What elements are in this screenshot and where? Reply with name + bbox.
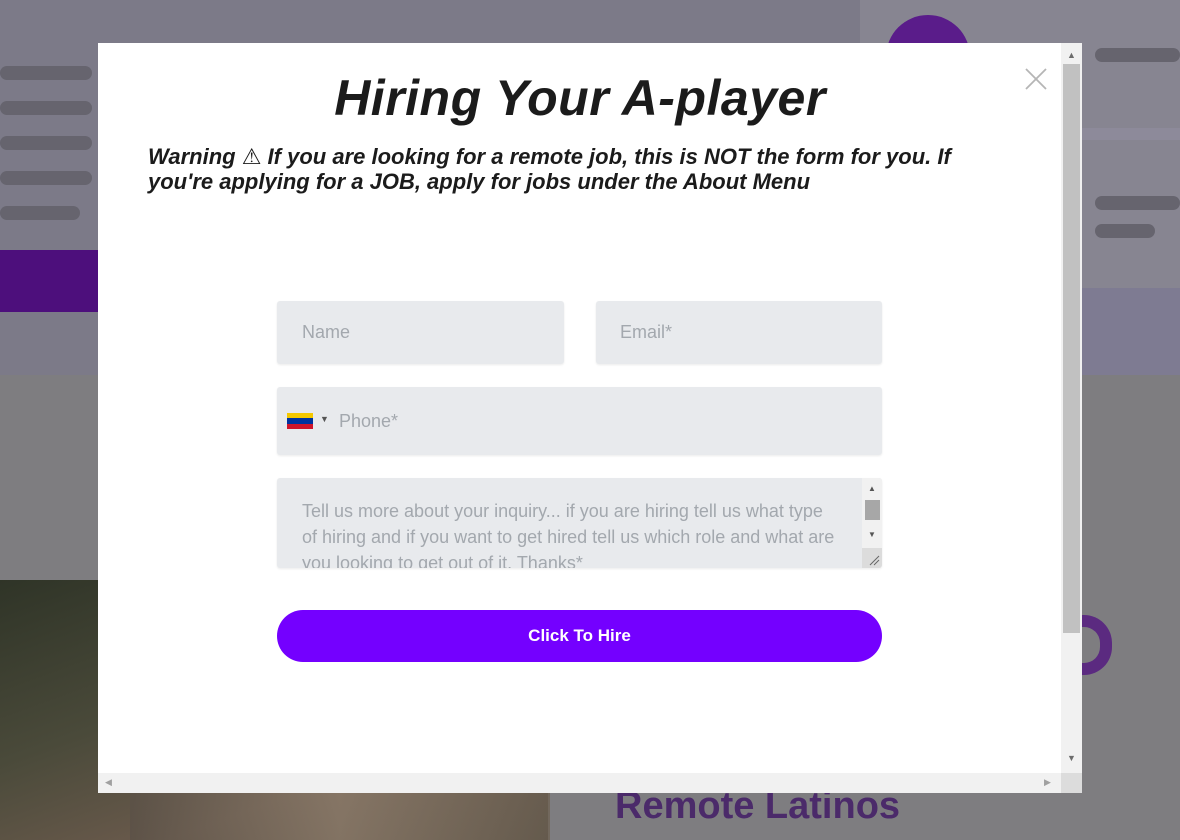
scroll-right-icon[interactable]: ▶ xyxy=(1044,777,1051,788)
scrollbar-corner xyxy=(1061,773,1082,793)
phone-input[interactable] xyxy=(339,387,869,455)
modal-horizontal-scrollbar[interactable]: ◀ ▶ xyxy=(98,773,1061,793)
scroll-down-icon[interactable]: ▼ xyxy=(868,530,876,539)
bg-text-line xyxy=(0,101,92,115)
scroll-up-icon[interactable]: ▲ xyxy=(868,484,876,493)
scroll-up-icon[interactable]: ▲ xyxy=(1067,50,1076,60)
message-field-wrapper: ▲ ▼ xyxy=(277,478,882,568)
textarea-scroll-thumb[interactable] xyxy=(865,500,880,520)
click-to-hire-button[interactable]: Click To Hire xyxy=(277,610,882,662)
country-code-select[interactable]: ▼ xyxy=(287,411,335,431)
bg-text-line xyxy=(0,136,92,150)
bg-text-line xyxy=(0,66,92,80)
modal-title: Hiring Your A-player xyxy=(334,70,826,126)
hiring-modal: Hiring Your A-player Warning ⚠ If you ar… xyxy=(98,43,1082,793)
modal-vertical-scrollbar[interactable]: ▲ ▼ xyxy=(1061,43,1082,773)
resize-handle-icon[interactable] xyxy=(862,548,882,568)
bg-text-line xyxy=(1095,224,1155,238)
warning-text: Warning ⚠ If you are looking for a remot… xyxy=(148,144,951,194)
scroll-left-icon[interactable]: ◀ xyxy=(105,777,112,788)
email-field-wrapper xyxy=(596,301,882,364)
venezuela-flag-icon xyxy=(287,413,313,429)
bg-text-line xyxy=(1095,196,1180,210)
email-input[interactable] xyxy=(596,301,882,364)
scroll-down-icon[interactable]: ▼ xyxy=(1067,753,1076,763)
message-textarea[interactable] xyxy=(277,478,882,568)
name-input[interactable] xyxy=(277,301,564,364)
bg-text-line xyxy=(1095,48,1180,62)
phone-field-wrapper: ▼ xyxy=(277,387,882,455)
name-field-wrapper xyxy=(277,301,564,364)
modal-scroll-thumb[interactable] xyxy=(1063,64,1080,633)
bg-text-line xyxy=(0,206,80,220)
bg-text-line xyxy=(0,171,92,185)
bg-button xyxy=(0,250,100,312)
caret-down-icon: ▼ xyxy=(320,414,329,424)
